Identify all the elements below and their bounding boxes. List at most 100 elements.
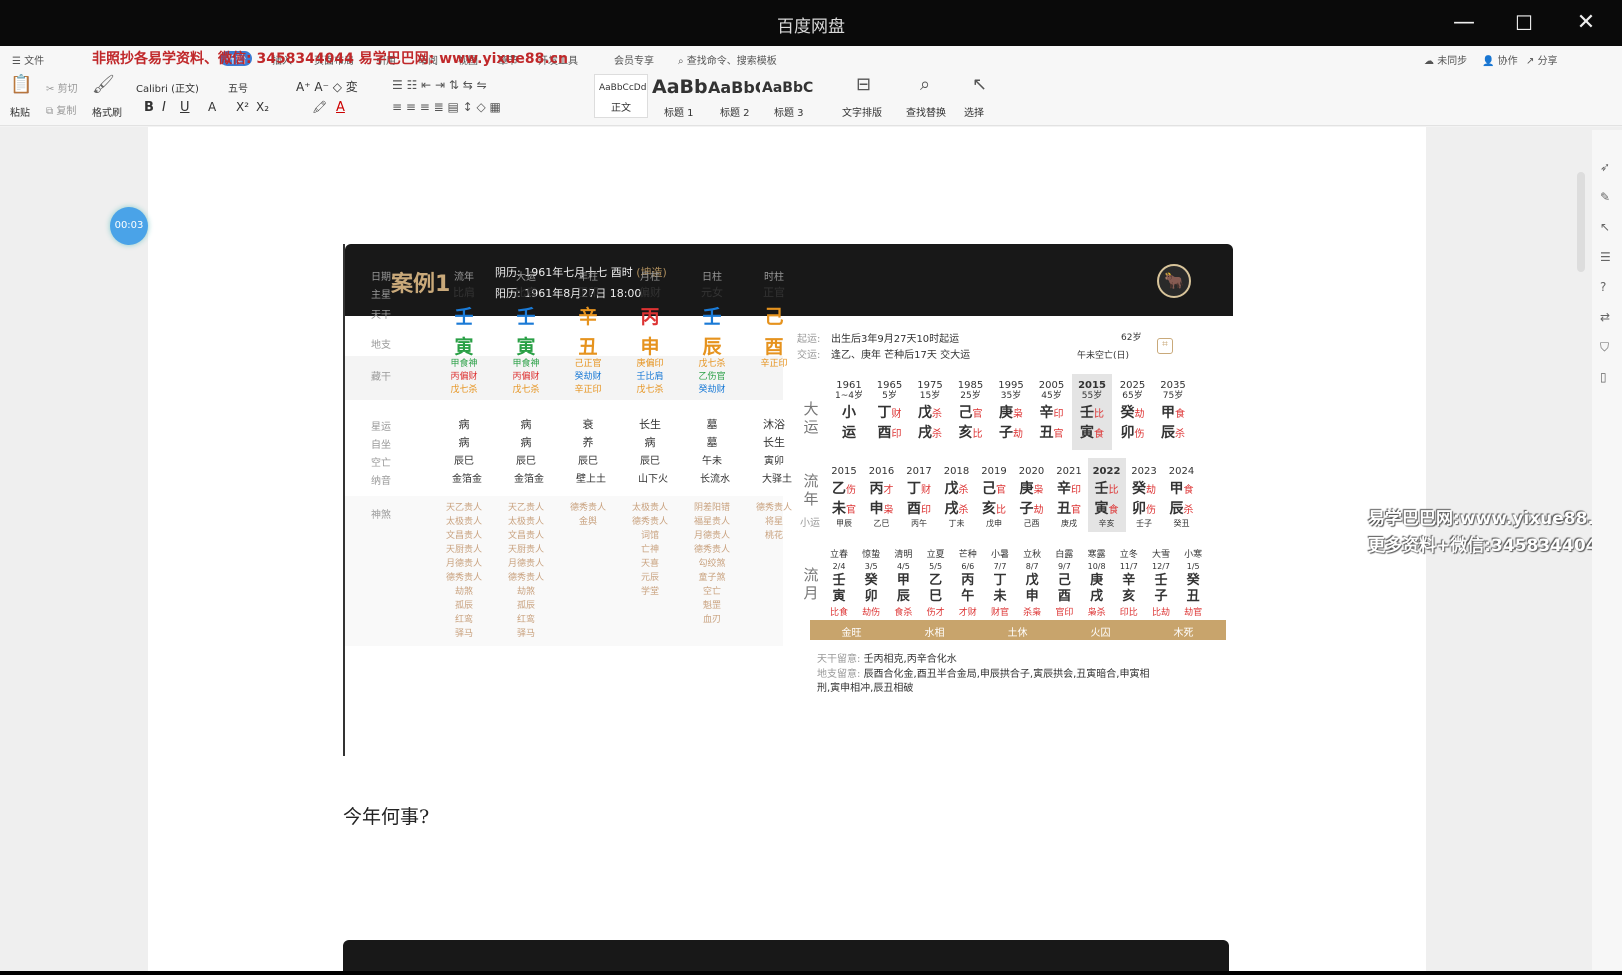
pillar-head: 日柱: [702, 272, 722, 283]
liuyue-jieqi: 立秋: [1023, 550, 1042, 560]
liuyue-branch: 巳: [929, 589, 943, 604]
search-icon[interactable]: ⌕: [920, 74, 930, 95]
dayun-year: 1995: [998, 380, 1024, 391]
question-text: 今年何事?: [343, 806, 430, 828]
grow-font-button[interactable]: A⁺ A⁻ ◇ 変: [296, 78, 358, 95]
sliders-icon[interactable]: ☰: [1600, 250, 1614, 264]
shensha-item: 元辰: [640, 573, 659, 583]
style-heading1[interactable]: 标题 1: [664, 104, 694, 119]
xingyun: 长生: [639, 418, 661, 431]
brush-icon[interactable]: 🖌: [92, 74, 115, 95]
liunian-year: 2018: [943, 466, 970, 477]
right-sidebar: ➶ ✎ ↖ ☰ ? ⇄ ⛉ ▯: [1592, 130, 1622, 970]
tab-member[interactable]: 会员专享: [614, 52, 654, 67]
paste-icon[interactable]: 📋: [10, 74, 32, 95]
style-heading3[interactable]: 标题 3: [774, 104, 804, 119]
dayun-year: 2035: [1160, 380, 1186, 391]
dayun-title: 大运: [803, 400, 819, 436]
style-normal[interactable]: AaBbCcDd 正文: [594, 74, 648, 118]
maximize-button[interactable]: ☐: [1504, 8, 1544, 38]
earthly-branch: 申: [640, 336, 660, 358]
shensha-item: 驿马: [516, 629, 535, 639]
shensha-item: 红鸾: [454, 615, 473, 625]
book-icon[interactable]: ▯: [1600, 370, 1614, 384]
subscript-button[interactable]: X₂: [256, 100, 269, 114]
shensha-item: 学堂: [640, 587, 659, 597]
pillar-head: 大运: [516, 272, 536, 283]
pillar-head: 月柱: [640, 272, 660, 283]
bold-button[interactable]: B: [144, 100, 154, 115]
find-replace-button[interactable]: 查找替换: [906, 104, 946, 119]
rocket-icon[interactable]: ➶: [1600, 160, 1614, 174]
sync-status[interactable]: ☁ 未同步: [1424, 52, 1467, 67]
xingyun: 沐浴: [763, 418, 785, 431]
liunian-stem: 己官: [982, 481, 1006, 497]
dayun-stem: 己官: [958, 405, 983, 421]
align-buttons[interactable]: ≡ ≡ ≡ ≣ ▤ ↕ ◇ ▦: [392, 100, 501, 114]
vertical-scrollbar[interactable]: [1574, 132, 1588, 967]
format-painter-button[interactable]: 格式刷: [92, 104, 122, 119]
italic-button[interactable]: I: [162, 100, 166, 115]
liunian-year: 2022: [1092, 466, 1121, 477]
underline-button[interactable]: U: [180, 100, 190, 115]
highlight-button[interactable]: 🖍: [312, 100, 327, 114]
liuyue-shishen: 食杀: [894, 608, 913, 618]
shensha-item: 阴差阳错: [693, 503, 730, 513]
shensha-item: 魁罡: [702, 601, 721, 611]
hidden-stem: 癸劫财: [698, 385, 726, 395]
minimize-button[interactable]: —: [1444, 8, 1484, 38]
wuxing-item: 金旺: [841, 628, 862, 639]
tiangan-note: 天干留意: 壬丙相克,丙辛合化水: [817, 654, 957, 665]
list-buttons[interactable]: ☰ ☷ ⇤ ⇥ ⇅ ⇆ ⇋: [392, 78, 487, 92]
translate-icon[interactable]: ⇄: [1600, 310, 1614, 324]
row-label: 空亡: [371, 458, 391, 469]
liuyue-shishen: 官印: [1055, 608, 1074, 618]
liunian-year: 2017: [906, 466, 932, 477]
dayun-age: 1~4岁: [835, 391, 863, 401]
strikethrough-button[interactable]: A: [208, 100, 216, 114]
close-button[interactable]: ✕: [1566, 8, 1606, 38]
liuyue-shishen: 才财: [958, 608, 977, 618]
liuyue-branch: 丑: [1186, 589, 1200, 604]
text-layout-icon[interactable]: ⊟: [856, 74, 871, 95]
help-icon[interactable]: ?: [1600, 280, 1614, 294]
scroll-thumb[interactable]: [1577, 172, 1585, 272]
shensha-item: 亡神: [640, 545, 659, 555]
style-heading2-preview[interactable]: AaBbC: [708, 78, 760, 97]
font-size-select[interactable]: 五号: [228, 80, 248, 95]
command-search[interactable]: ⌕ 查找命令、搜索模板: [678, 52, 777, 67]
style-heading2[interactable]: 标题 2: [720, 104, 750, 119]
pillar-star: 正印: [577, 286, 599, 299]
shield-icon[interactable]: ⛉: [1600, 340, 1614, 354]
liuyue-date: 5/5: [929, 562, 943, 571]
dayun-branch: 辰杀: [1161, 425, 1185, 441]
hidden-stem: 辛正印: [760, 359, 788, 369]
superscript-button[interactable]: X²: [236, 100, 249, 114]
share-button[interactable]: ↗ 分享: [1526, 52, 1558, 67]
cut-button[interactable]: ✂ 剪切: [46, 80, 78, 95]
select-button[interactable]: 选择: [964, 104, 984, 119]
shensha-item: 勾绞煞: [698, 559, 726, 569]
xiaoyun: 丙午: [911, 519, 927, 528]
kongwang: 午未: [702, 456, 722, 467]
style-heading1-preview[interactable]: AaBb: [652, 76, 708, 98]
font-select[interactable]: Calibri (正文): [136, 80, 199, 95]
menu-file[interactable]: ☰ 文件: [12, 52, 44, 67]
dayun-stem: 辛印: [1039, 405, 1064, 421]
shensha-item: 天乙贵人: [445, 503, 482, 513]
pen-icon[interactable]: ✎: [1600, 190, 1614, 204]
pointer-icon[interactable]: ↖: [1600, 220, 1614, 234]
calendar-icon[interactable]: ⌗: [1157, 338, 1173, 354]
shensha-item: 月德贵人: [693, 531, 730, 541]
collab-button[interactable]: 👤 协作: [1482, 52, 1518, 67]
row-label: 地支: [371, 340, 391, 351]
nayin: 长流水: [700, 474, 730, 485]
style-heading3-preview[interactable]: AaBbC: [762, 80, 814, 96]
font-color-button[interactable]: A: [336, 100, 345, 115]
cursor-icon[interactable]: ↖: [972, 74, 987, 95]
wps-writer: ☰ 文件 开始 插入 页面布局 引用 审阅 视图 章节 开发工具 会员专享 ⌕ …: [0, 46, 1622, 971]
copy-button[interactable]: ⧉ 复制: [46, 102, 76, 117]
text-layout-button[interactable]: 文字排版: [842, 104, 882, 119]
qiyun-label: 起运:: [797, 334, 821, 345]
paste-button[interactable]: 粘贴: [10, 104, 30, 119]
